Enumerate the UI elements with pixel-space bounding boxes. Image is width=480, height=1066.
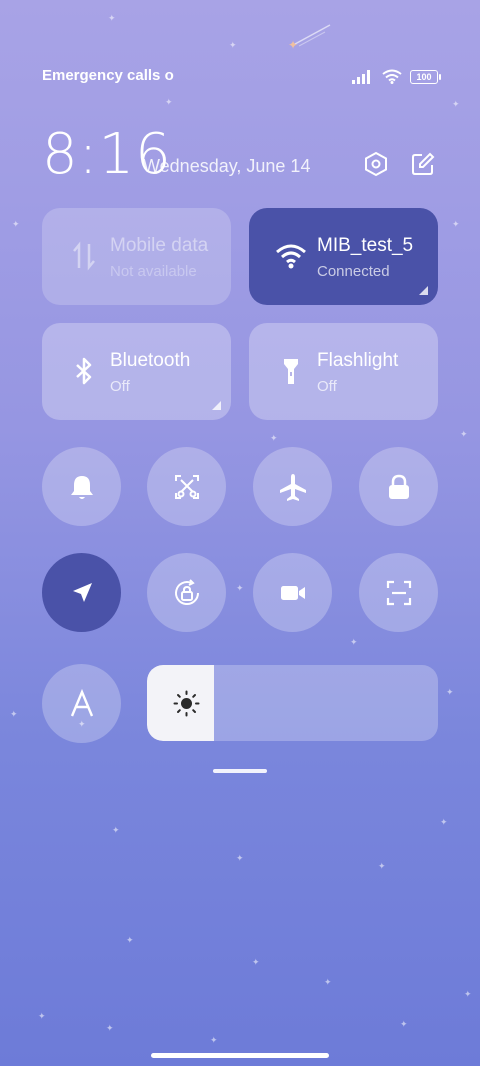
sound-toggle[interactable] bbox=[42, 447, 121, 526]
star-decoration: ✦ bbox=[452, 99, 460, 109]
scanner-toggle[interactable] bbox=[359, 553, 438, 632]
font-size-icon bbox=[70, 688, 93, 716]
mobile-data-tile[interactable]: Mobile data Not available bbox=[42, 208, 231, 305]
clock: 8:16 bbox=[42, 122, 172, 187]
date: Wednesday, June 14 bbox=[143, 156, 311, 176]
mobile-data-icon bbox=[73, 241, 95, 271]
sun-icon bbox=[173, 690, 200, 717]
brightness-slider[interactable] bbox=[147, 665, 438, 741]
bluetooth-icon bbox=[76, 357, 92, 385]
bluetooth-status: Off bbox=[110, 378, 130, 395]
mobile-data-status: Not available bbox=[110, 263, 197, 280]
star-decoration: ✦ bbox=[229, 40, 237, 50]
wifi-icon bbox=[382, 69, 402, 84]
star-decoration: ✦ bbox=[324, 977, 332, 987]
flashlight-icon bbox=[284, 359, 298, 384]
location-toggle[interactable] bbox=[42, 553, 121, 632]
flashlight-tile[interactable]: Flashlight Off bbox=[249, 323, 438, 420]
wifi-network-name: MIB_test_5 bbox=[317, 235, 414, 256]
font-size-toggle[interactable] bbox=[42, 664, 121, 743]
bluetooth-tile[interactable]: Bluetooth Off bbox=[42, 323, 231, 420]
wifi-icon bbox=[276, 244, 306, 269]
star-decoration: ✦ bbox=[440, 817, 448, 827]
flashlight-title: Flashlight bbox=[317, 350, 399, 371]
screenshot-toggle[interactable] bbox=[147, 447, 226, 526]
flashlight-status: Off bbox=[317, 378, 337, 395]
star-decoration: ✦ bbox=[378, 861, 386, 871]
wifi-status: Connected bbox=[317, 263, 390, 280]
star-decoration: ✦ bbox=[38, 1011, 46, 1021]
panel-drag-handle[interactable] bbox=[213, 769, 267, 773]
battery-indicator: 100 bbox=[410, 69, 441, 84]
expand-corner-icon[interactable] bbox=[212, 401, 221, 410]
location-icon bbox=[72, 582, 92, 602]
wifi-tile[interactable]: MIB_test_5 Connected bbox=[249, 208, 438, 305]
signal-bars-icon bbox=[352, 69, 370, 84]
mobile-data-title: Mobile data bbox=[110, 235, 209, 256]
rotation-lock-toggle[interactable] bbox=[147, 553, 226, 632]
star-decoration: ✦ bbox=[108, 13, 116, 23]
star-decoration: ✦ bbox=[236, 583, 244, 593]
screenshot-icon bbox=[174, 474, 199, 499]
bell-icon bbox=[70, 475, 93, 499]
scan-icon bbox=[386, 580, 411, 605]
airplane-toggle[interactable] bbox=[253, 447, 332, 526]
status-bar: Emergency calls o 100 bbox=[42, 67, 441, 87]
carrier-text: Emergency calls o bbox=[42, 67, 174, 84]
star-decoration: ✦ bbox=[236, 853, 244, 863]
lock-icon bbox=[388, 474, 409, 499]
star-decoration: ✦ bbox=[452, 219, 460, 229]
star-decoration: ✦ bbox=[10, 709, 18, 719]
star-decoration: ✦ bbox=[400, 1019, 408, 1029]
lock-toggle[interactable] bbox=[359, 447, 438, 526]
airplane-icon bbox=[279, 473, 306, 501]
star-decoration: ✦ bbox=[252, 957, 260, 967]
video-camera-icon bbox=[280, 585, 305, 600]
star-decoration: ✦ bbox=[464, 989, 472, 999]
star-decoration: ✦ bbox=[106, 1023, 114, 1033]
star-decoration: ✦ bbox=[165, 97, 173, 107]
settings-hexagon-icon[interactable] bbox=[363, 151, 389, 177]
shooting-star-decoration: ✦ bbox=[288, 24, 331, 52]
expand-corner-icon[interactable] bbox=[419, 286, 428, 295]
star-decoration: ✦ bbox=[270, 433, 278, 443]
star-decoration: ✦ bbox=[350, 637, 358, 647]
star-decoration: ✦ bbox=[446, 687, 454, 697]
star-decoration: ✦ bbox=[460, 429, 468, 439]
battery-level: 100 bbox=[416, 71, 432, 82]
star-decoration: ✦ bbox=[210, 1035, 218, 1045]
video-recorder-toggle[interactable] bbox=[253, 553, 332, 632]
star-decoration: ✦ bbox=[12, 219, 20, 229]
svg-text:✦: ✦ bbox=[288, 38, 298, 52]
bluetooth-title: Bluetooth bbox=[110, 350, 191, 371]
edit-icon[interactable] bbox=[410, 151, 436, 177]
star-decoration: ✦ bbox=[126, 935, 134, 945]
star-decoration: ✦ bbox=[112, 825, 120, 835]
rotation-lock-icon bbox=[174, 578, 199, 605]
home-indicator[interactable] bbox=[151, 1053, 329, 1058]
